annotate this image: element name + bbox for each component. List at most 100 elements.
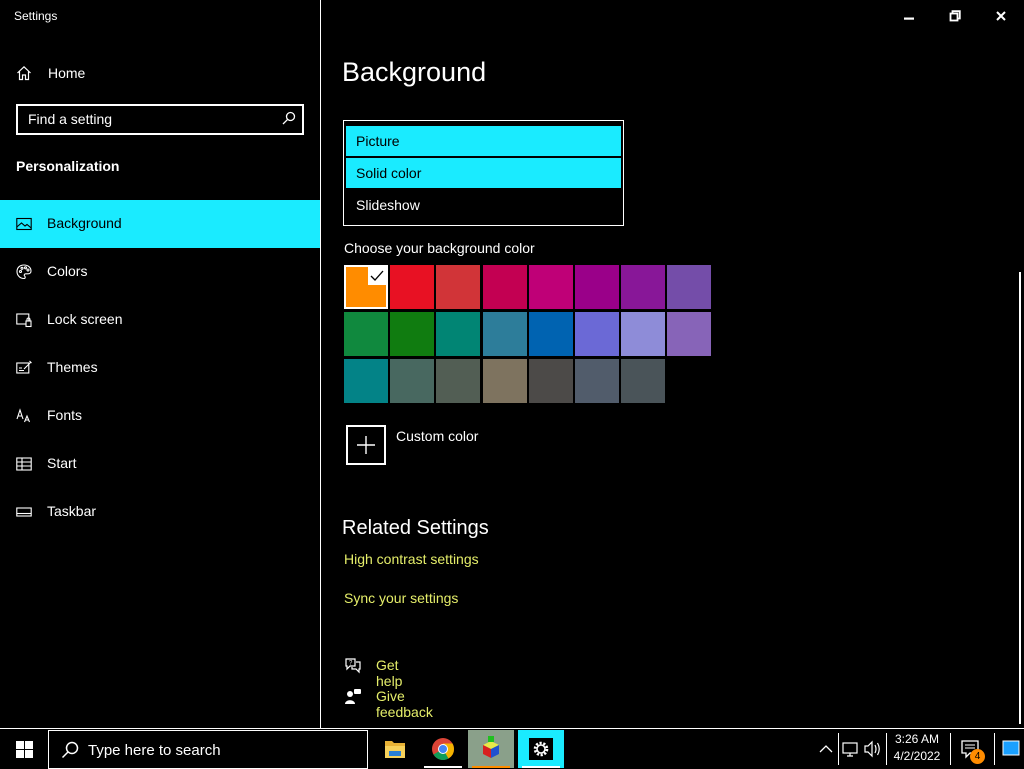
taskbar-file-explorer[interactable]: [372, 730, 418, 768]
sidebar-item-label: Home: [48, 65, 86, 81]
color-swatch[interactable]: [436, 265, 481, 309]
start-icon: [16, 456, 32, 472]
chevron-up-icon: [816, 729, 836, 769]
clock-time: 3:26 AM: [894, 732, 940, 746]
sidebar-item-colors[interactable]: Colors: [0, 248, 320, 296]
feedback-person-icon: [344, 688, 362, 706]
related-settings-title: Related Settings: [342, 517, 489, 539]
color-swatch[interactable]: [482, 312, 527, 356]
color-swatch[interactable]: [436, 312, 481, 356]
get-help-label: Get help: [376, 657, 403, 689]
option-label: Slideshow: [356, 197, 420, 213]
network-status-button[interactable]: [840, 729, 862, 769]
choose-color-label: Choose your background color: [344, 240, 535, 256]
color-swatch[interactable]: [482, 359, 527, 403]
taskbar-search-placeholder: Type here to search: [88, 742, 221, 759]
taskbar-settings[interactable]: [518, 730, 564, 768]
color-swatch[interactable]: [344, 359, 388, 403]
show-hidden-icons-button[interactable]: [816, 729, 836, 769]
desktop-icon: [998, 729, 1024, 769]
color-swatch[interactable]: [528, 265, 573, 309]
section-title: Personalization: [16, 158, 120, 174]
search-icon: [61, 741, 79, 759]
taskbar-3d-viewer[interactable]: [468, 730, 514, 768]
sidebar-item-taskbar[interactable]: Taskbar: [0, 488, 320, 536]
color-swatch[interactable]: [621, 312, 666, 356]
option-label: Solid color: [356, 165, 422, 181]
color-swatch[interactable]: [436, 359, 481, 403]
color-swatch[interactable]: [621, 359, 666, 403]
lock-screen-icon: [16, 312, 32, 328]
picture-icon: [16, 216, 32, 232]
dropdown-option-solid-color[interactable]: Solid color: [346, 158, 621, 188]
restore-button[interactable]: [932, 0, 978, 32]
color-swatch[interactable]: [575, 265, 619, 309]
custom-color-label[interactable]: Custom color: [396, 428, 478, 444]
sidebar-item-label: Taskbar: [47, 503, 97, 519]
color-swatch[interactable]: [390, 312, 435, 356]
minimize-button[interactable]: [886, 0, 932, 32]
taskbar: Type here to search 3:26 AM 4/2/2022 4: [0, 728, 1024, 769]
notification-badge: 4: [970, 749, 985, 764]
tray-divider: [886, 733, 887, 765]
clock-date: 4/2/2022: [893, 749, 941, 763]
high-contrast-settings-link[interactable]: High contrast settings: [344, 551, 479, 567]
sidebar-item-label: Start: [47, 455, 77, 471]
taskbar-clock[interactable]: 3:26 AM 4/2/2022: [888, 731, 946, 765]
color-swatch[interactable]: [667, 265, 712, 309]
speaker-icon: [862, 729, 884, 769]
color-swatch[interactable]: [390, 359, 435, 403]
settings-sidebar: Settings Home Find a setting Personaliza…: [0, 0, 321, 728]
chrome-icon: [420, 730, 466, 768]
color-swatch[interactable]: [575, 359, 619, 403]
sidebar-item-label: Fonts: [47, 407, 83, 423]
action-center-button[interactable]: 4: [956, 729, 988, 769]
color-swatch[interactable]: [528, 359, 573, 403]
color-swatch-grid: [344, 265, 712, 405]
taskbar-search-box[interactable]: Type here to search: [48, 730, 368, 769]
scrollbar[interactable]: [1019, 272, 1021, 724]
color-swatch[interactable]: [621, 265, 666, 309]
sidebar-item-label: Lock screen: [47, 311, 123, 327]
dropdown-option-slideshow[interactable]: Slideshow: [346, 190, 621, 220]
sidebar-item-label: Themes: [47, 359, 98, 375]
color-swatch[interactable]: [344, 312, 388, 356]
3d-viewer-icon: [468, 730, 514, 768]
dropdown-option-picture[interactable]: Picture: [346, 126, 621, 156]
color-swatch[interactable]: [344, 265, 388, 309]
help-chat-icon: ?: [344, 657, 362, 675]
color-swatch[interactable]: [390, 265, 435, 309]
sidebar-item-fonts[interactable]: Fonts: [0, 392, 320, 440]
sync-settings-link[interactable]: Sync your settings: [344, 590, 458, 606]
sidebar-item-label: Background: [47, 215, 122, 231]
sidebar-item-background[interactable]: Background: [0, 200, 320, 248]
palette-icon: [16, 264, 32, 280]
close-button[interactable]: [978, 0, 1024, 32]
app-title: Settings: [14, 9, 58, 23]
give-feedback-label: Give feedback: [376, 688, 433, 720]
tray-divider: [994, 733, 995, 765]
sidebar-item-label: Colors: [47, 263, 88, 279]
color-swatch[interactable]: [528, 312, 573, 356]
color-swatch[interactable]: [575, 312, 619, 356]
background-type-dropdown[interactable]: Picture Solid color Slideshow: [343, 120, 624, 226]
fonts-icon: [16, 408, 32, 424]
color-swatch[interactable]: [482, 265, 527, 309]
page-title: Background: [342, 57, 487, 87]
taskbar-chrome[interactable]: [420, 730, 466, 768]
checkmark-icon: [368, 267, 386, 285]
search-icon[interactable]: [282, 111, 296, 125]
start-button[interactable]: [0, 729, 48, 769]
volume-button[interactable]: [862, 729, 884, 769]
sidebar-item-themes[interactable]: Themes: [0, 344, 320, 392]
show-desktop-button[interactable]: [998, 729, 1024, 769]
find-setting-input[interactable]: Find a setting: [16, 104, 304, 135]
option-label: Picture: [356, 133, 400, 149]
sidebar-item-lock-screen[interactable]: Lock screen: [0, 296, 320, 344]
sidebar-item-start[interactable]: Start: [0, 440, 320, 488]
sidebar-item-home[interactable]: Home: [0, 58, 320, 88]
settings-gear-icon: [518, 730, 564, 768]
custom-color-button[interactable]: [346, 425, 386, 465]
themes-icon: [16, 360, 32, 376]
color-swatch[interactable]: [667, 312, 712, 356]
